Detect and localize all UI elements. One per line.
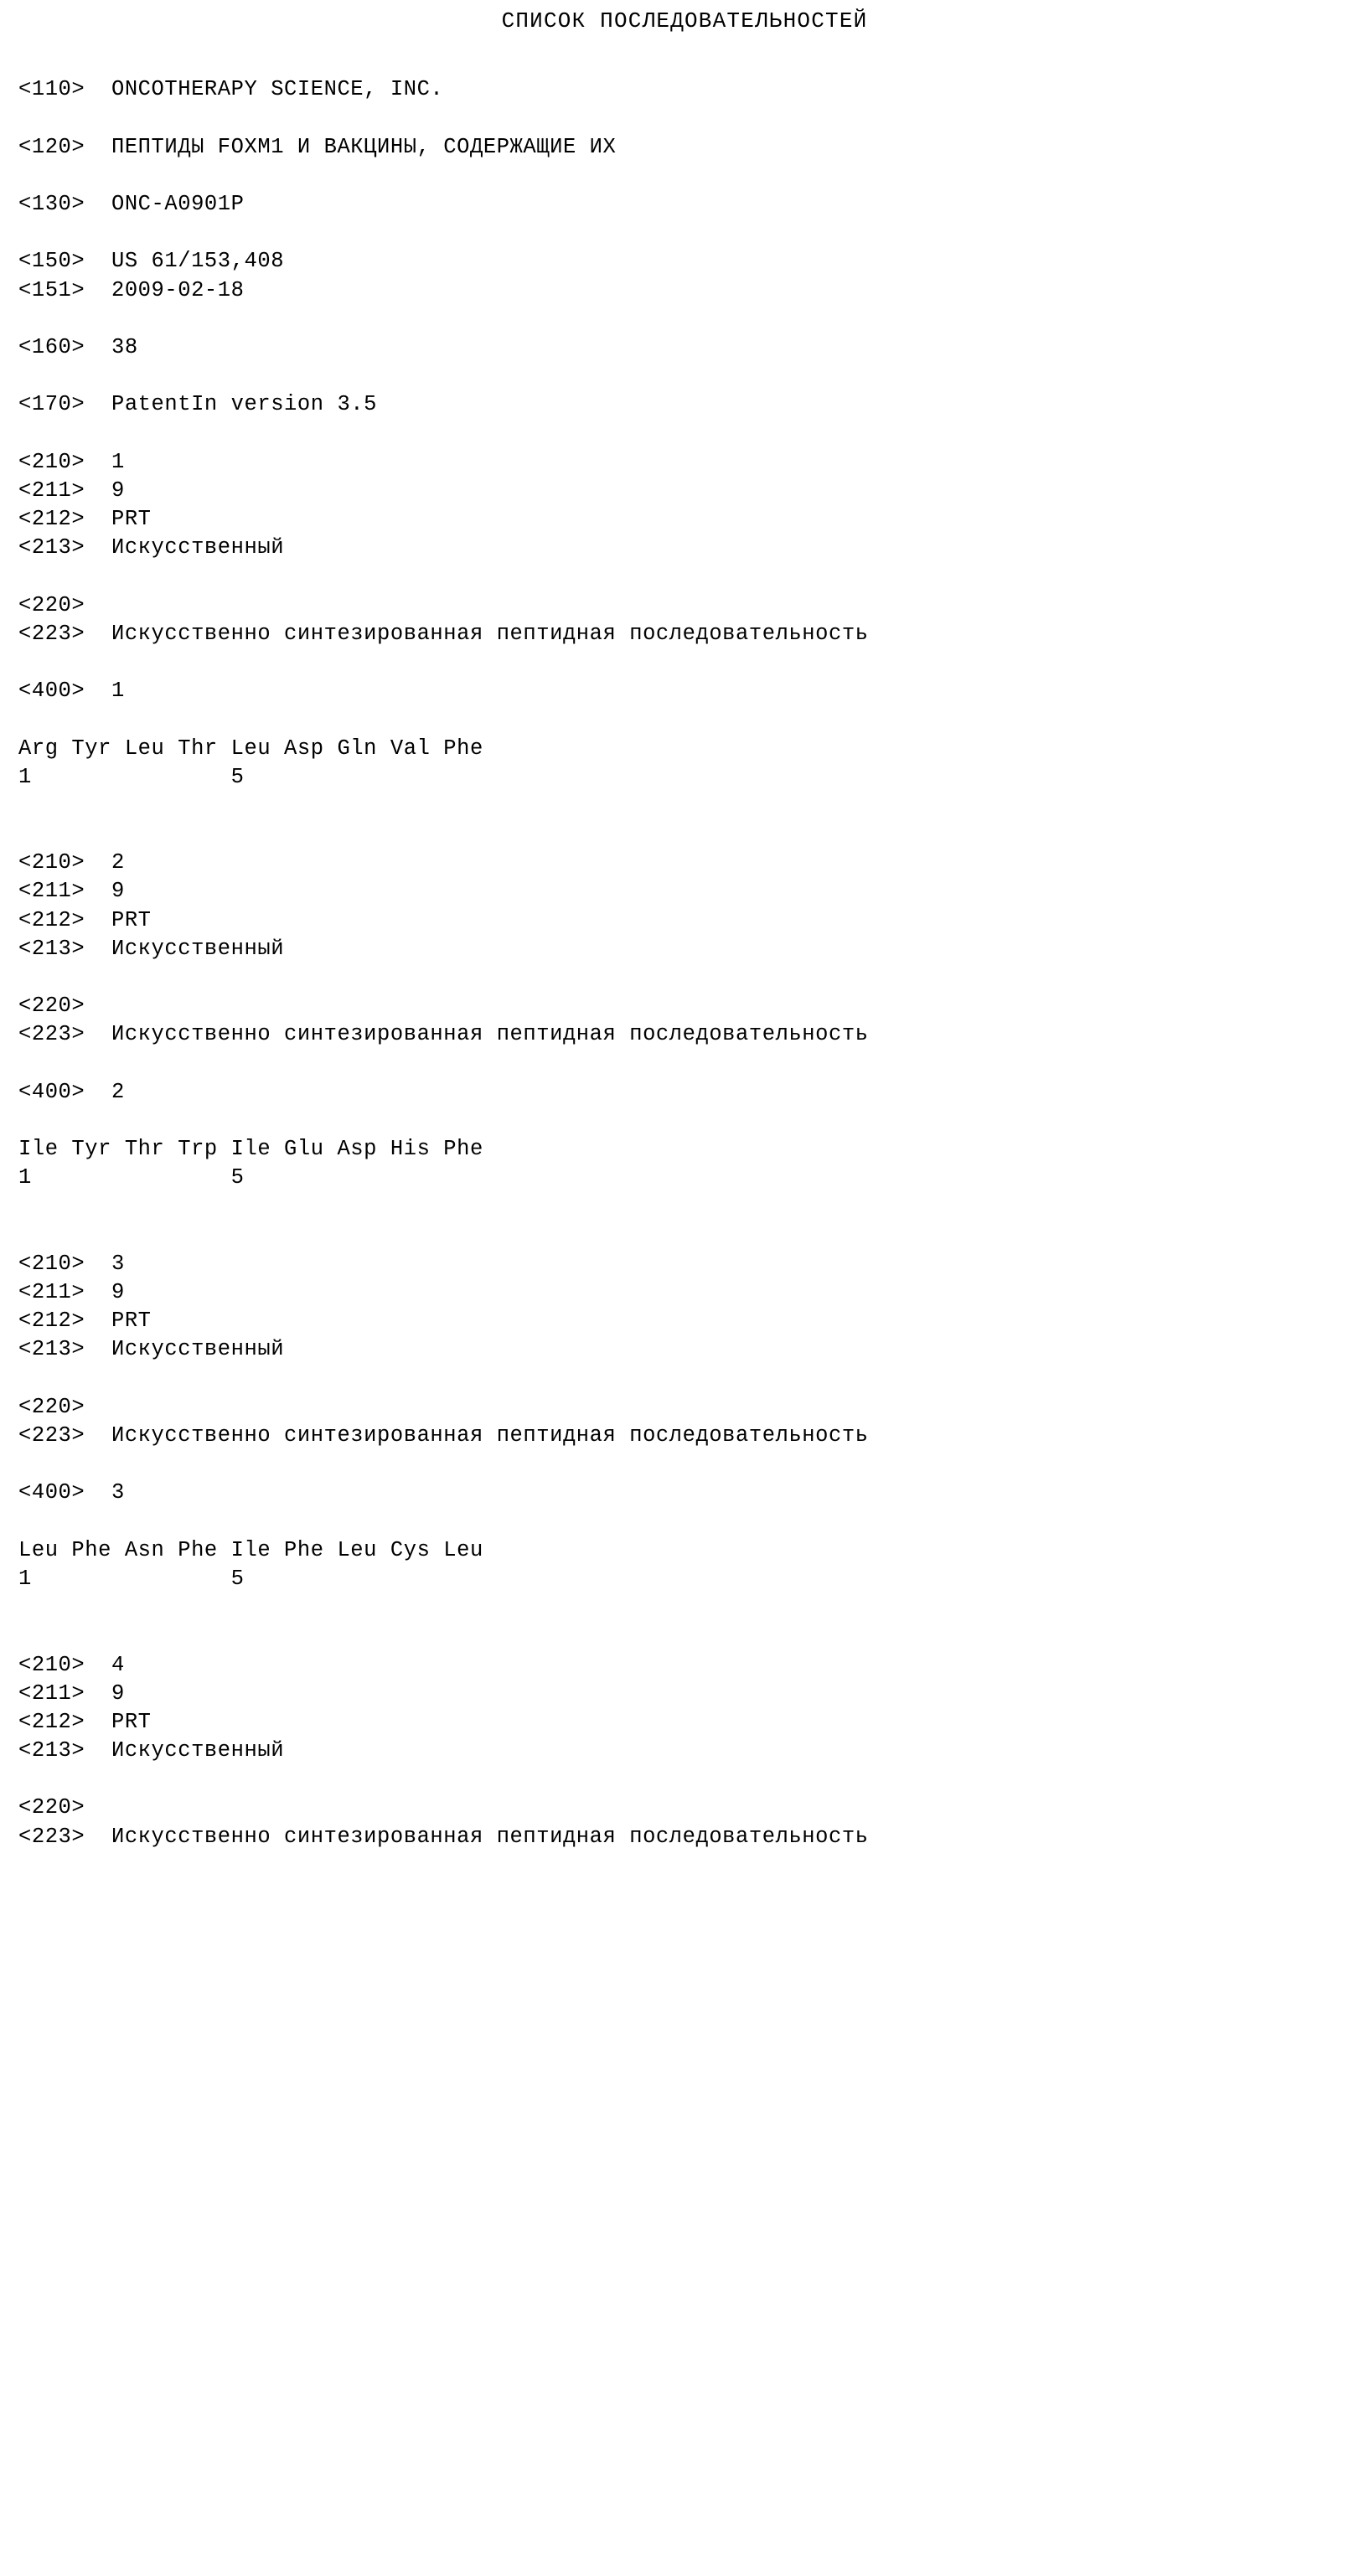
listing-field-line: <212> PRT: [18, 507, 152, 531]
listing-field-line: <211> 9: [18, 1680, 125, 1706]
listing-field-line: <223> Искусственно синтезированная пепти…: [18, 621, 869, 646]
listing-field-line: <223> Искусственно синтезированная пепти…: [18, 1022, 869, 1047]
listing-field-line: <220>: [18, 1394, 85, 1419]
listing-field-line: <210> 2: [18, 850, 125, 875]
listing-field-line: <223> Искусственно синтезированная пепти…: [18, 1423, 869, 1448]
listing-field-line: <400> 3: [18, 1480, 125, 1505]
listing-field-line: <110> ONCOTHERAPY SCIENCE, INC.: [18, 77, 444, 102]
listing-field-line: <223> Искусственно синтезированная пепти…: [18, 1824, 869, 1849]
sequence-position-line: 1 5: [18, 1566, 245, 1591]
listing-field-line: <151> 2009-02-18: [18, 277, 245, 302]
listing-field-line: <212> PRT: [18, 1309, 152, 1334]
listing-field-line: <220>: [18, 1795, 85, 1820]
sequence-position-line: 1 5: [18, 764, 245, 789]
listing-field-line: <213> Искусственный: [18, 1337, 285, 1362]
document-page: СПИСОК ПОСЛЕДОВАТЕЛЬНОСТЕЙ <110> ONCOTHE…: [0, 0, 1369, 2576]
listing-field-line: <170> PatentIn version 3.5: [18, 392, 378, 417]
sequence-residue-line: Ile Tyr Thr Trp Ile Glu Asp His Phe: [18, 1137, 483, 1162]
listing-field-line: <213> Искусственный: [18, 535, 285, 560]
sequence-residue-line: Arg Tyr Leu Thr Leu Asp Gln Val Phe: [18, 736, 483, 761]
listing-field-line: <150> US 61/153,408: [18, 249, 285, 274]
listing-field-line: <130> ONC-A0901P: [18, 191, 245, 216]
listing-field-line: <213> Искусственный: [18, 1738, 285, 1763]
sequence-residue-line: Leu Phe Asn Phe Ile Phe Leu Cys Leu: [18, 1537, 483, 1562]
listing-field-line: <400> 1: [18, 679, 125, 704]
listing-field-line: <211> 9: [18, 478, 125, 503]
sequence-listing-body: <110> ONCOTHERAPY SCIENCE, INC. <120> ПЕ…: [18, 47, 1359, 1851]
listing-field-line: <210> 4: [18, 1652, 125, 1677]
listing-field-line: <210> 1: [18, 449, 125, 474]
listing-field-line: <212> PRT: [18, 907, 152, 932]
sequence-position-line: 1 5: [18, 1165, 245, 1190]
listing-field-line: <213> Искусственный: [18, 936, 285, 961]
listing-field-line: <220>: [18, 592, 85, 617]
listing-field-line: <220>: [18, 994, 85, 1019]
listing-field-line: <211> 9: [18, 1280, 125, 1305]
listing-field-line: <400> 2: [18, 1079, 125, 1104]
listing-field-line: <120> ПЕПТИДЫ FOXM1 И ВАКЦИНЫ, СОДЕРЖАЩИ…: [18, 134, 617, 159]
listing-field-line: <212> PRT: [18, 1709, 152, 1734]
listing-field-line: <160> 38: [18, 334, 138, 359]
listing-field-line: <210> 3: [18, 1251, 125, 1276]
listing-field-line: <211> 9: [18, 879, 125, 904]
page-title: СПИСОК ПОСЛЕДОВАТЕЛЬНОСТЕЙ: [501, 8, 868, 34]
